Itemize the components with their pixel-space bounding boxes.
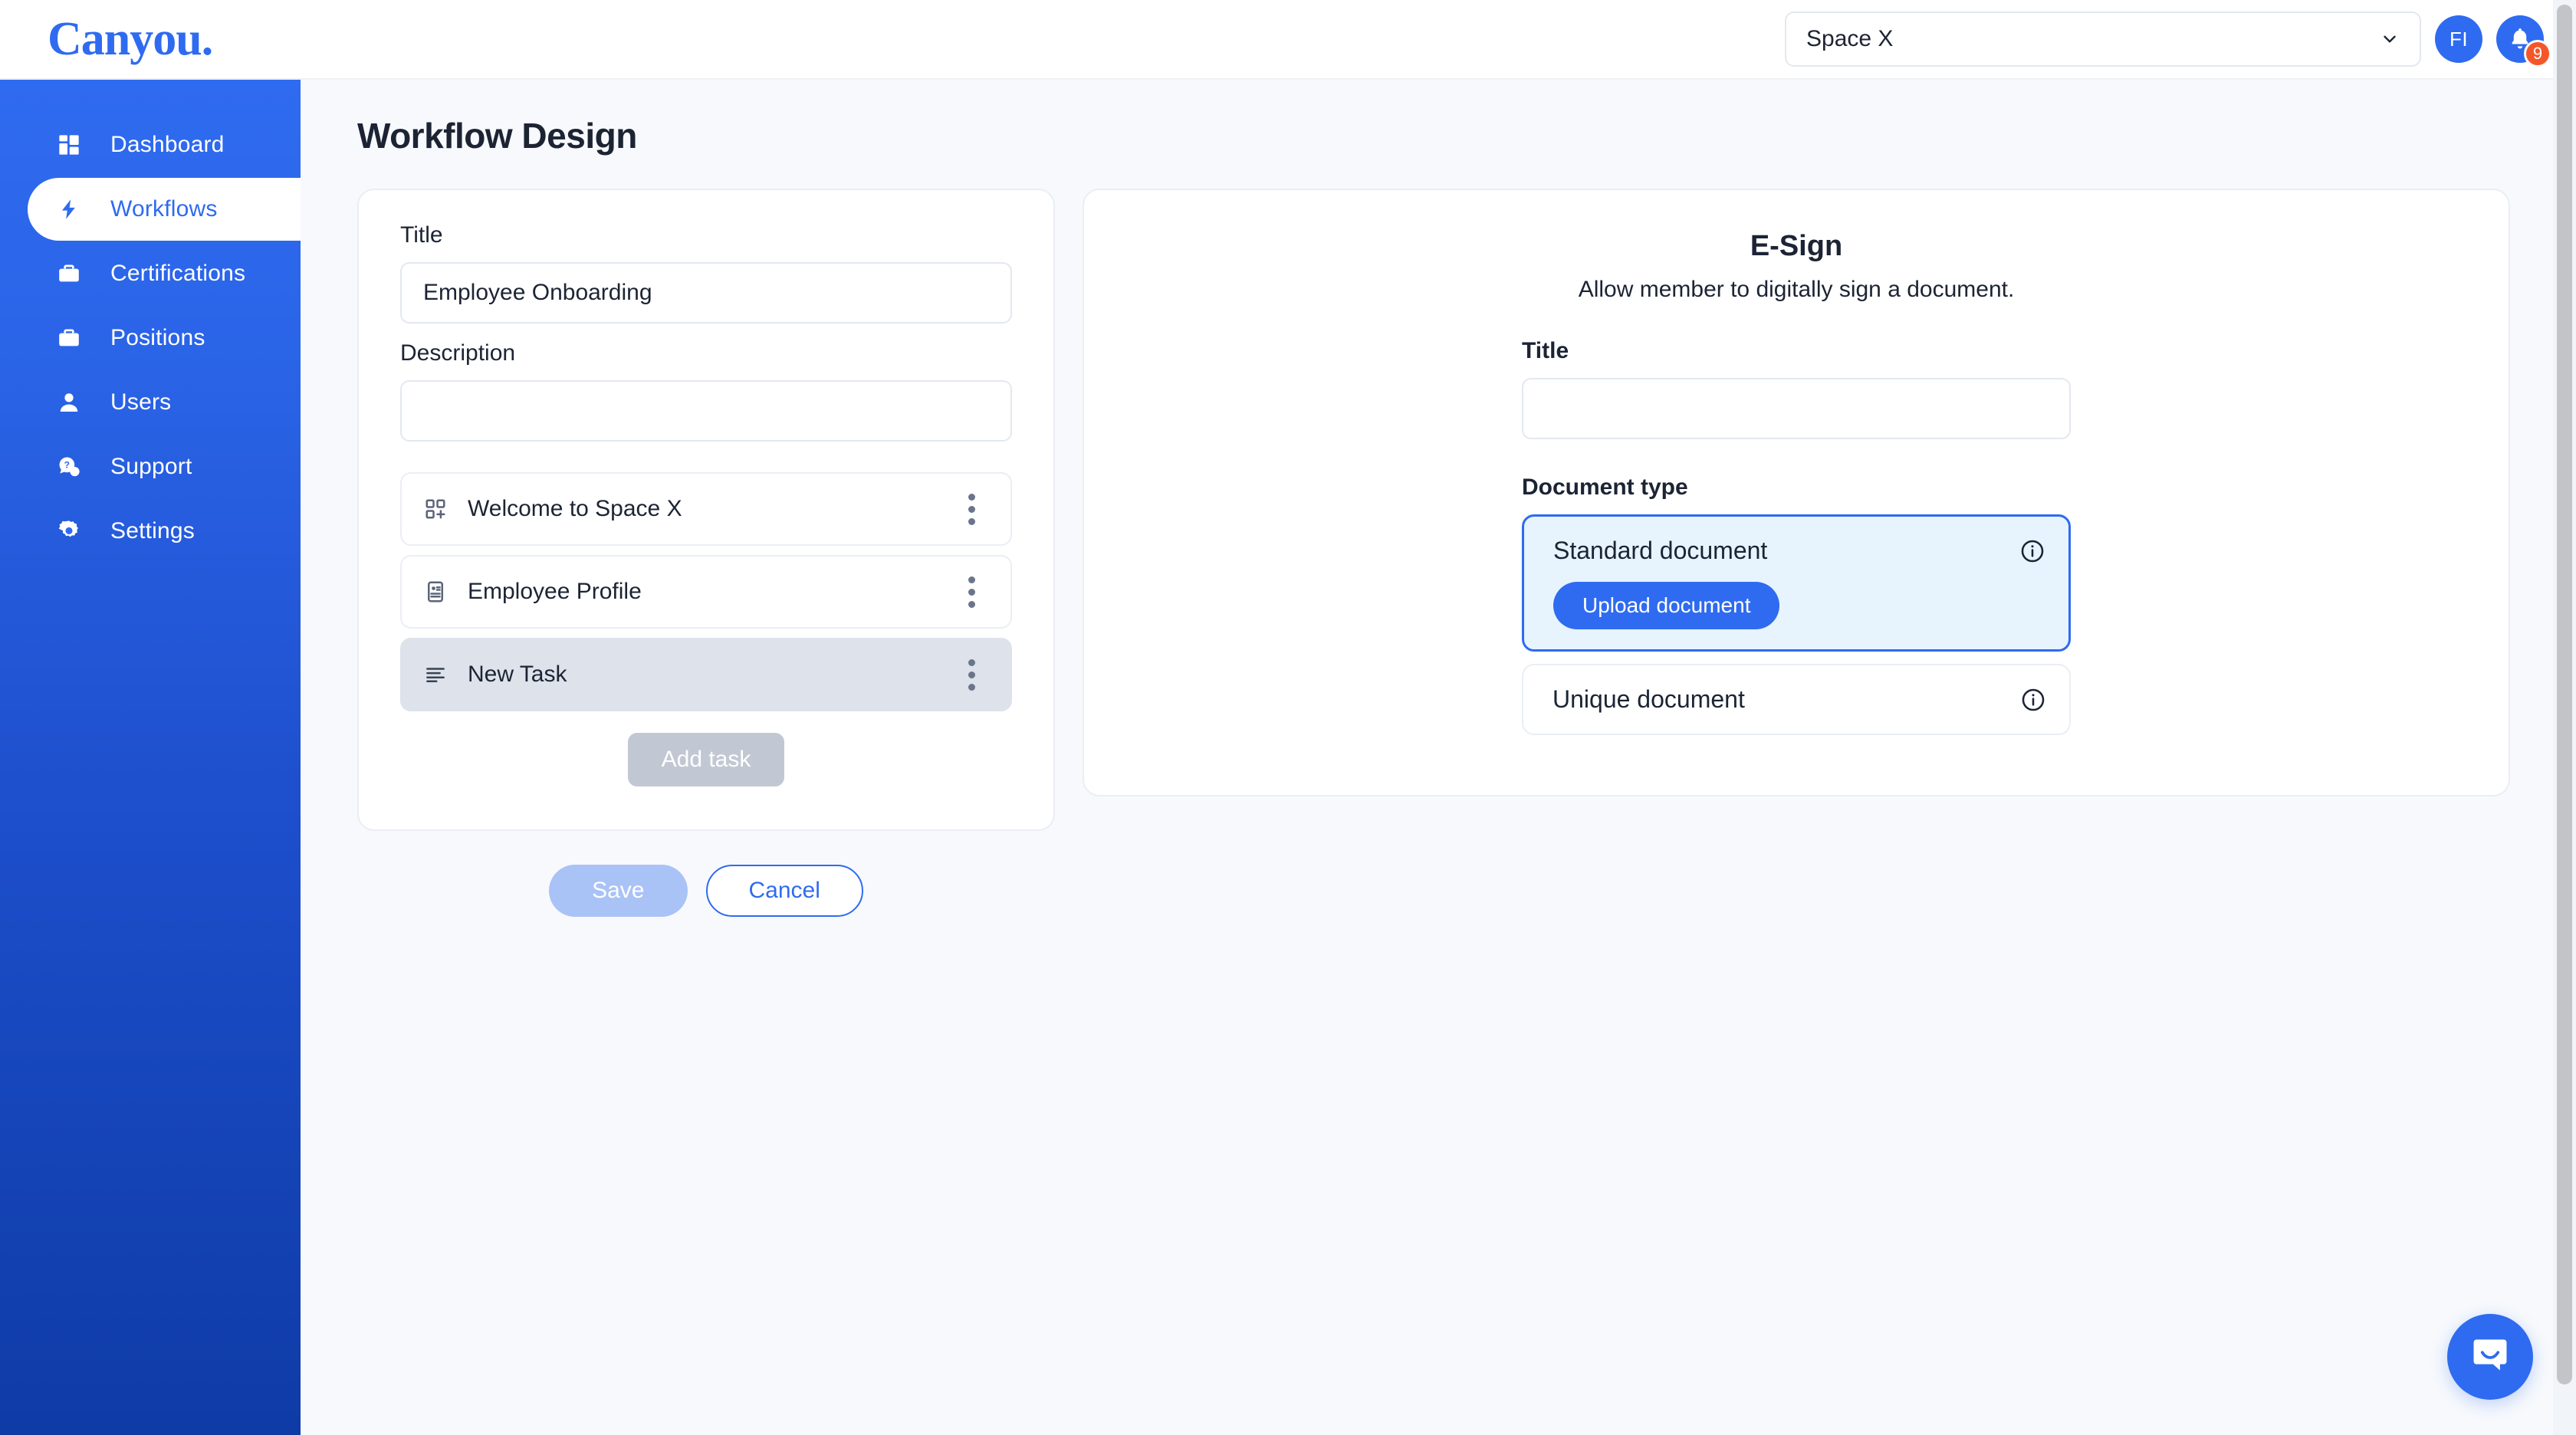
info-circle-icon[interactable] [2020,687,2046,713]
task-list: Welcome to Space X Employee Profile New … [400,472,1012,711]
sidebar-item-label: Users [110,389,172,415]
lightning-bolt-icon [55,195,83,223]
document-type-option-unique[interactable]: Unique document [1522,664,2071,735]
esign-title-label: Title [1522,338,1569,363]
widget-grid-icon [422,495,449,523]
add-task-button[interactable]: Add task [627,733,785,786]
avatar[interactable]: FI [2435,15,2482,63]
esign-card: E-Sign Allow member to digitally sign a … [1083,189,2510,796]
option-header-row: Unique document [1552,685,2046,714]
workflow-title-input[interactable] [400,262,1012,323]
option-title: Unique document [1552,685,1745,713]
workflow-description-input[interactable] [400,380,1012,442]
logo-container[interactable]: Canyou. [0,0,301,79]
kebab-menu-icon[interactable] [961,655,983,695]
task-row[interactable]: Welcome to Space X [400,472,1012,546]
workflow-form-card: Title Description Welcome to Space X [357,189,1055,831]
sidebar-item-positions[interactable]: Positions [0,307,301,369]
text-lines-icon [422,661,449,688]
sidebar-item-label: Workflows [110,196,218,222]
document-type-label: Document type [1522,475,1688,500]
sidebar-item-users[interactable]: Users [0,371,301,434]
sidebar-item-label: Settings [110,518,195,543]
kebab-menu-icon[interactable] [961,489,983,530]
top-bar: Canyou. Space X FI 9 [0,0,2567,80]
esign-title-input[interactable] [1522,378,2071,439]
info-circle-icon[interactable] [2019,538,2045,564]
notifications-button[interactable]: 9 [2496,15,2551,67]
sidebar-item-label: Support [110,454,192,479]
task-row[interactable]: New Task [400,638,1012,711]
page-title: Workflow Design [357,116,637,156]
task-row[interactable]: Employee Profile [400,555,1012,629]
main-content: Workflow Design Title Description [301,80,2567,1435]
sidebar-item-label: Positions [110,325,205,350]
task-label: Welcome to Space X [468,496,682,521]
option-header-row: Standard document [1553,537,2045,565]
chat-question-icon: ? [55,453,83,481]
svg-text:?: ? [64,460,70,471]
page-scrollbar-thumb[interactable] [2557,5,2572,1384]
esign-form: Title Document type Standard document Up… [1522,338,2071,735]
kebab-menu-icon[interactable] [961,572,983,612]
add-task-container: Add task [400,733,1012,786]
document-type-option-standard[interactable]: Standard document Upload document [1522,514,2071,652]
esign-heading: E-Sign [1750,230,1843,262]
user-icon [55,389,83,416]
form-actions: Save Cancel [357,865,1055,917]
sidebar-item-certifications[interactable]: Certifications [0,242,301,305]
save-button[interactable]: Save [549,865,688,917]
sidebar-item-dashboard[interactable]: Dashboard [0,113,301,176]
top-bar-right-cluster: Space X FI 9 [1785,11,2567,67]
sidebar: Dashboard Workflows Certifications Posit… [0,80,301,1435]
notification-badge: 9 [2524,40,2551,67]
content-columns: Title Description Welcome to Space X [357,189,2567,917]
sidebar-item-label: Dashboard [110,132,225,157]
sidebar-item-workflows[interactable]: Workflows [28,178,301,241]
chat-widget-button[interactable] [2447,1314,2533,1400]
briefcase-icon [55,260,83,287]
app-root: Canyou. Space X FI 9 Dashboard Workflows… [0,0,2576,1435]
id-card-icon [422,578,449,606]
dashboard-grid-icon [55,131,83,159]
space-selector-dropdown[interactable]: Space X [1785,11,2421,67]
chevron-down-icon [2380,29,2400,49]
sidebar-item-label: Certifications [110,261,246,286]
description-field-label: Description [400,340,516,366]
gear-icon [55,517,83,545]
space-selector-value: Space X [1806,26,1894,51]
chat-bubble-icon [2469,1334,2512,1381]
task-label: New Task [468,662,567,687]
avatar-initials: FI [2449,27,2469,51]
option-title: Standard document [1553,537,1768,564]
task-label: Employee Profile [468,579,642,604]
title-field-label: Title [400,222,443,248]
upload-document-button[interactable]: Upload document [1553,582,1780,629]
esign-panel-column: E-Sign Allow member to digitally sign a … [1083,189,2510,796]
esign-subheading: Allow member to digitally sign a documen… [1578,277,2015,302]
briefcase-icon [55,324,83,352]
workflow-editor-column: Title Description Welcome to Space X [357,189,1055,917]
sidebar-item-support[interactable]: ? Support [0,435,301,498]
canyou-logo: Canyou. [48,13,213,65]
sidebar-item-settings[interactable]: Settings [0,500,301,563]
cancel-button[interactable]: Cancel [705,865,863,917]
